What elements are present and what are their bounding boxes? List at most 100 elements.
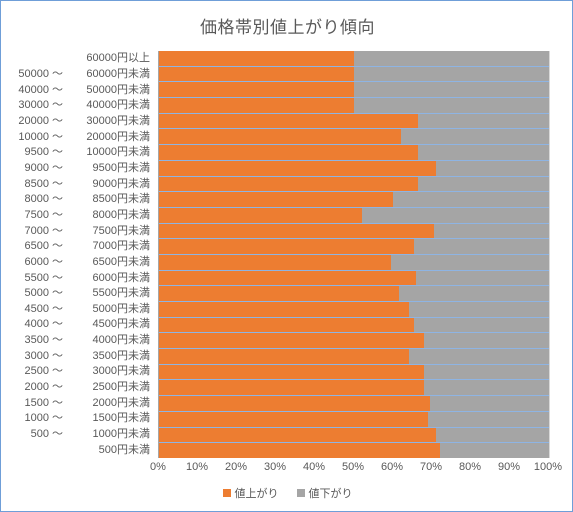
bar-row[interactable] (159, 51, 549, 67)
bar-segment-up[interactable] (159, 129, 401, 145)
y-axis-label-from: 50000 ～ (18, 67, 63, 80)
bar-segment-up[interactable] (159, 286, 399, 301)
bar-segment-up[interactable] (159, 333, 425, 349)
bar-segment-down[interactable] (354, 51, 549, 66)
bar-segment-down[interactable] (433, 223, 549, 239)
bar-segment-down[interactable] (430, 396, 549, 411)
bar-segment-down[interactable] (435, 427, 549, 443)
bar-segment-down[interactable] (408, 302, 549, 317)
bar-row[interactable] (159, 286, 549, 302)
bar-row[interactable] (159, 333, 549, 350)
bar-segment-up[interactable] (159, 364, 425, 380)
bar-segment-up[interactable] (159, 145, 419, 160)
y-axis-label-to: 40000円未満 (86, 99, 150, 112)
legend-item[interactable]: 値下がり (296, 485, 353, 501)
bar-row[interactable] (159, 192, 549, 208)
bar-row[interactable] (159, 129, 549, 146)
bar-segment-up[interactable] (159, 317, 415, 333)
bar-row[interactable] (159, 160, 549, 177)
bar-segment-down[interactable] (424, 380, 549, 396)
bar-row[interactable] (159, 302, 549, 318)
bar-row[interactable] (159, 66, 549, 83)
bar-segment-up[interactable] (159, 51, 354, 66)
bar-row[interactable] (159, 145, 549, 161)
y-axis-label-to: 2000円未満 (92, 396, 150, 409)
bar-segment-up[interactable] (159, 223, 434, 239)
bar-segment-up[interactable] (159, 349, 409, 364)
y-axis-label-from: 7500 ～ (24, 208, 63, 221)
bar-segment-up[interactable] (159, 270, 417, 286)
bar-segment-up[interactable] (159, 302, 409, 317)
bar-segment-down[interactable] (400, 129, 549, 145)
bar-segment-up[interactable] (159, 66, 354, 82)
bar-segment-down[interactable] (439, 443, 549, 458)
bar-segment-up[interactable] (159, 82, 354, 98)
bar-segment-down[interactable] (424, 333, 549, 349)
y-axis-label-to: 30000円未満 (86, 114, 150, 127)
bar-row[interactable] (159, 317, 549, 334)
bar-segment-down[interactable] (418, 113, 549, 129)
legend-label: 値下がり (308, 488, 353, 500)
bar-segment-down[interactable] (424, 364, 549, 380)
y-axis-label-to: 8000円未満 (92, 208, 150, 221)
y-axis-label: 500 ～ 1000円未満 (1, 427, 154, 443)
bar-segment-down[interactable] (416, 270, 549, 286)
bar-row[interactable] (159, 113, 549, 130)
bar-segment-down[interactable] (354, 66, 549, 82)
y-axis-label-to: 20000円未満 (86, 130, 150, 143)
bar-row[interactable] (159, 349, 549, 365)
bar-segment-up[interactable] (159, 207, 362, 223)
bar-segment-down[interactable] (354, 98, 549, 113)
legend-item[interactable]: 値上がり (222, 485, 279, 501)
y-axis-label: 9000 ～ 9500円未満 (1, 161, 154, 177)
bar-row[interactable] (159, 364, 549, 381)
bar-segment-up[interactable] (159, 176, 419, 192)
bar-row[interactable] (159, 98, 549, 114)
bar-segment-down[interactable] (361, 207, 549, 223)
bar-row[interactable] (159, 239, 549, 255)
bar-segment-down[interactable] (428, 411, 549, 427)
x-axis-tick: 40% (302, 461, 326, 473)
bar-segment-down[interactable] (408, 349, 549, 364)
bar-segment-up[interactable] (159, 113, 419, 129)
bar-segment-down[interactable] (398, 286, 549, 301)
bar-row[interactable] (159, 207, 549, 224)
bar-segment-up[interactable] (159, 427, 436, 443)
bar-segment-down[interactable] (393, 192, 549, 207)
bar-segment-down[interactable] (391, 254, 549, 270)
y-axis-label-to: 60000円未満 (86, 67, 150, 80)
y-axis-label-to: 7000円未満 (92, 240, 150, 253)
bar-row[interactable] (159, 254, 549, 271)
bar-segment-up[interactable] (159, 380, 425, 396)
bar-row[interactable] (159, 176, 549, 193)
bar-segment-down[interactable] (354, 82, 549, 98)
y-axis-label: 2500 ～ 3000円未満 (1, 364, 154, 380)
bar-row[interactable] (159, 82, 549, 99)
bar-segment-down[interactable] (414, 239, 549, 254)
y-axis-label-from: 7000 ～ (24, 224, 63, 237)
bar-row[interactable] (159, 270, 549, 287)
y-axis-label-from: 4500 ～ (24, 302, 63, 315)
y-axis-label: 9500 ～ 10000円未満 (1, 145, 154, 161)
bar-segment-up[interactable] (159, 98, 354, 113)
bar-row[interactable] (159, 380, 549, 397)
bar-segment-up[interactable] (159, 160, 436, 176)
bar-segment-up[interactable] (159, 396, 431, 411)
bar-row[interactable] (159, 223, 549, 240)
y-axis-label: 3500 ～ 4000円未満 (1, 333, 154, 349)
bar-row[interactable] (159, 396, 549, 412)
bar-segment-up[interactable] (159, 239, 415, 254)
bar-segment-down[interactable] (418, 145, 549, 160)
bar-segment-up[interactable] (159, 443, 440, 458)
y-axis-label-from: 20000 ～ (18, 114, 63, 127)
bar-segment-down[interactable] (414, 317, 549, 333)
y-axis-label: 8000 ～ 8500円未満 (1, 192, 154, 208)
bar-row[interactable] (159, 411, 549, 428)
bar-segment-up[interactable] (159, 411, 429, 427)
bar-segment-down[interactable] (418, 176, 549, 192)
bar-segment-down[interactable] (435, 160, 549, 176)
bar-row[interactable] (159, 443, 549, 458)
bar-segment-up[interactable] (159, 254, 392, 270)
bar-row[interactable] (159, 427, 549, 444)
bar-segment-up[interactable] (159, 192, 393, 207)
